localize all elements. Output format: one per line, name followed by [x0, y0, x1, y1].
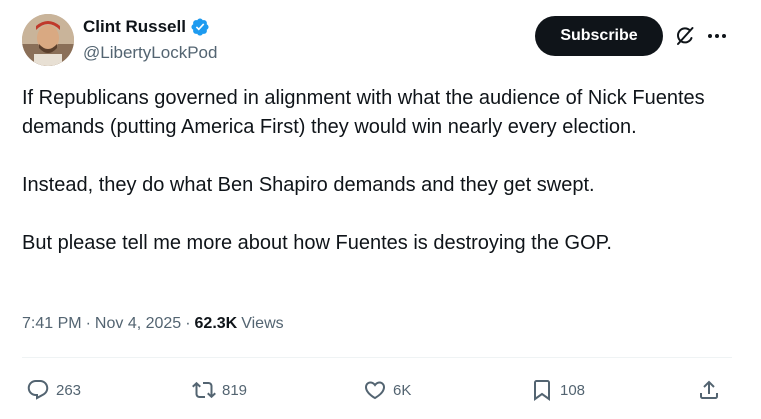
like-count: 6K: [393, 381, 412, 399]
bookmark-button[interactable]: 108: [530, 370, 585, 410]
verified-badge-icon: [190, 17, 210, 37]
reply-count: 263: [56, 381, 82, 399]
tweet-time[interactable]: 7:41 PM: [22, 315, 82, 333]
tweet-meta: 7:41 PM · Nov 4, 2025 · 62.3K Views: [22, 315, 284, 333]
share-button[interactable]: [697, 370, 721, 410]
tweet-date[interactable]: Nov 4, 2025: [95, 315, 181, 333]
repost-count: 819: [222, 381, 248, 399]
bookmark-count: 108: [560, 381, 586, 399]
reply-button[interactable]: 263: [26, 370, 81, 410]
author-display-name[interactable]: Clint Russell: [83, 17, 186, 37]
tweet-card: Clint Russell @LibertyLockPod Subscribe …: [0, 0, 761, 419]
subscribe-button[interactable]: Subscribe: [535, 16, 663, 56]
tweet-paragraph: If Republicans governed in alignment wit…: [22, 87, 705, 138]
bookmark-icon: [534, 380, 550, 401]
tweet-paragraph: But please tell me more about how Fuente…: [22, 232, 612, 254]
like-button[interactable]: 6K: [363, 370, 411, 410]
tweet-text: If Republicans governed in alignment wit…: [22, 84, 722, 287]
action-bar: 263 819 6K 108: [0, 370, 761, 410]
views-count: 62.3K: [194, 315, 238, 332]
divider: [22, 357, 732, 358]
like-icon: [364, 381, 386, 400]
views-label: Views: [241, 315, 284, 332]
grok-icon[interactable]: [673, 24, 697, 48]
author-name-row[interactable]: Clint Russell: [83, 17, 210, 37]
author-handle[interactable]: @LibertyLockPod: [83, 43, 217, 63]
repost-button[interactable]: 819: [192, 370, 247, 410]
avatar[interactable]: [22, 14, 74, 66]
repost-icon: [192, 381, 216, 399]
tweet-paragraph: Instead, they do what Ben Shapiro demand…: [22, 174, 595, 196]
share-icon: [700, 380, 718, 399]
meta-separator: ·: [185, 315, 191, 332]
more-icon[interactable]: [705, 24, 729, 48]
reply-icon: [27, 380, 49, 400]
meta-separator: ·: [85, 315, 91, 332]
